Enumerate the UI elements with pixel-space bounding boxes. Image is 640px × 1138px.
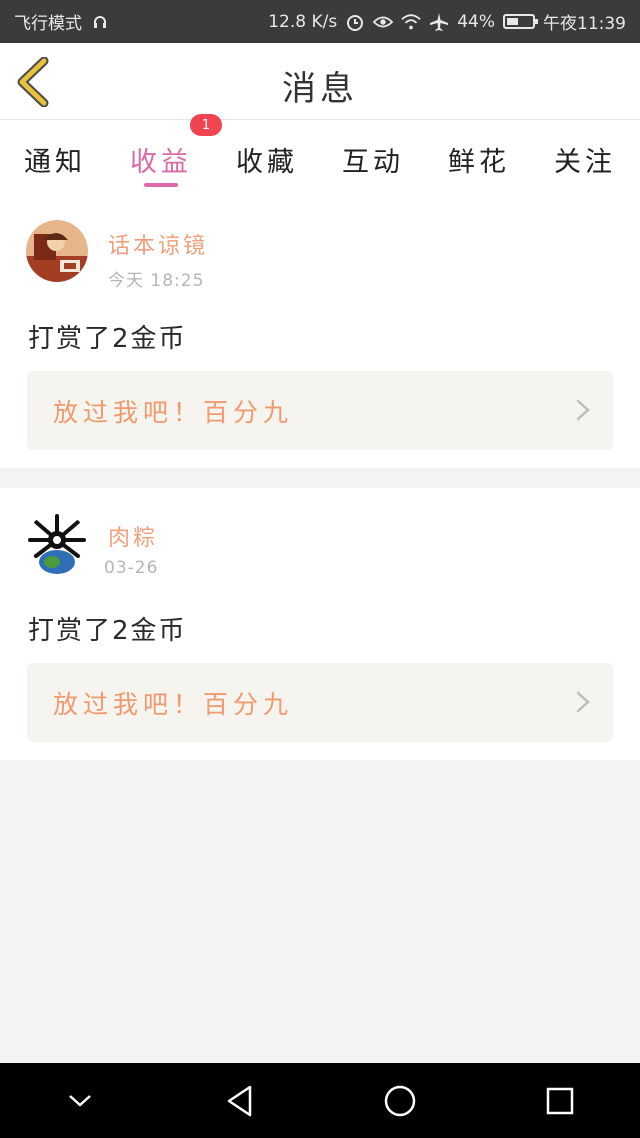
tab-bar: 通知 收益 1 收藏 互动 鲜花 关注 <box>0 114 640 198</box>
message-card: 肉粽 03-26 打赏了2金币 放过我吧！百分九 <box>0 488 640 760</box>
home-nav-button[interactable] <box>370 1071 430 1131</box>
clock: 午夜11:39 <box>543 14 626 34</box>
avatar[interactable] <box>26 512 88 574</box>
page-title: 消息 <box>282 69 358 109</box>
square-recents-icon <box>546 1087 574 1114</box>
quoted-work-title: 放过我吧！百分九 <box>53 398 294 427</box>
status-bar: 飞行模式 12.8 K/s 44% 午夜11:39 <box>0 0 640 43</box>
header: 消息 <box>0 43 640 120</box>
tab-interactions[interactable]: 互动 <box>342 120 404 198</box>
wifi-icon <box>401 13 421 31</box>
battery-percent: 44% <box>457 11 495 32</box>
message-time: 今天 18:25 <box>108 271 205 291</box>
airplane-icon <box>429 12 449 31</box>
headset-icon <box>90 13 110 31</box>
chevron-right-icon <box>576 399 590 421</box>
tab-label: 通知 <box>24 147 86 178</box>
system-nav-bar <box>0 1063 640 1138</box>
quoted-work-title: 放过我吧！百分九 <box>53 690 294 719</box>
alarm-icon <box>345 13 365 31</box>
tab-notifications[interactable]: 通知 <box>24 120 86 198</box>
triangle-back-icon <box>227 1085 252 1116</box>
avatar[interactable] <box>26 220 88 282</box>
hide-nav-button[interactable] <box>50 1071 110 1131</box>
quoted-work-link[interactable]: 放过我吧！百分九 <box>27 663 613 742</box>
airplane-mode-label: 飞行模式 <box>14 14 82 34</box>
chevron-right-icon <box>576 691 590 713</box>
tab-flowers[interactable]: 鲜花 <box>448 120 510 198</box>
sender-name[interactable]: 话本谅镜 <box>108 228 208 260</box>
recents-nav-button[interactable] <box>530 1071 590 1131</box>
unread-badge: 1 <box>190 114 222 136</box>
tab-label: 收益 <box>130 147 192 178</box>
tab-following[interactable]: 关注 <box>554 120 616 198</box>
tab-label: 关注 <box>554 147 616 178</box>
tab-label: 互动 <box>342 147 404 178</box>
eye-icon <box>373 13 394 31</box>
sender-name[interactable]: 肉粽 <box>108 520 158 552</box>
message-text: 打赏了2金币 <box>28 324 187 354</box>
message-text: 打赏了2金币 <box>28 616 187 646</box>
message-card: 话本谅镜 今天 18:25 打赏了2金币 放过我吧！百分九 <box>0 198 640 468</box>
tab-earnings[interactable]: 收益 1 <box>130 114 222 198</box>
active-tab-indicator <box>144 183 178 187</box>
quoted-work-link[interactable]: 放过我吧！百分九 <box>27 371 613 450</box>
back-nav-button[interactable] <box>210 1071 270 1131</box>
tab-label: 收藏 <box>236 147 298 178</box>
tab-favorites[interactable]: 收藏 <box>236 120 298 198</box>
message-time: 03-26 <box>104 558 159 578</box>
avatar-image <box>26 220 88 282</box>
avatar-image <box>26 512 88 574</box>
circle-home-icon <box>384 1085 416 1116</box>
chevron-down-icon <box>69 1094 91 1107</box>
battery-icon <box>503 14 538 29</box>
network-speed: 12.8 K/s <box>268 11 338 32</box>
tab-label: 鲜花 <box>448 147 510 178</box>
